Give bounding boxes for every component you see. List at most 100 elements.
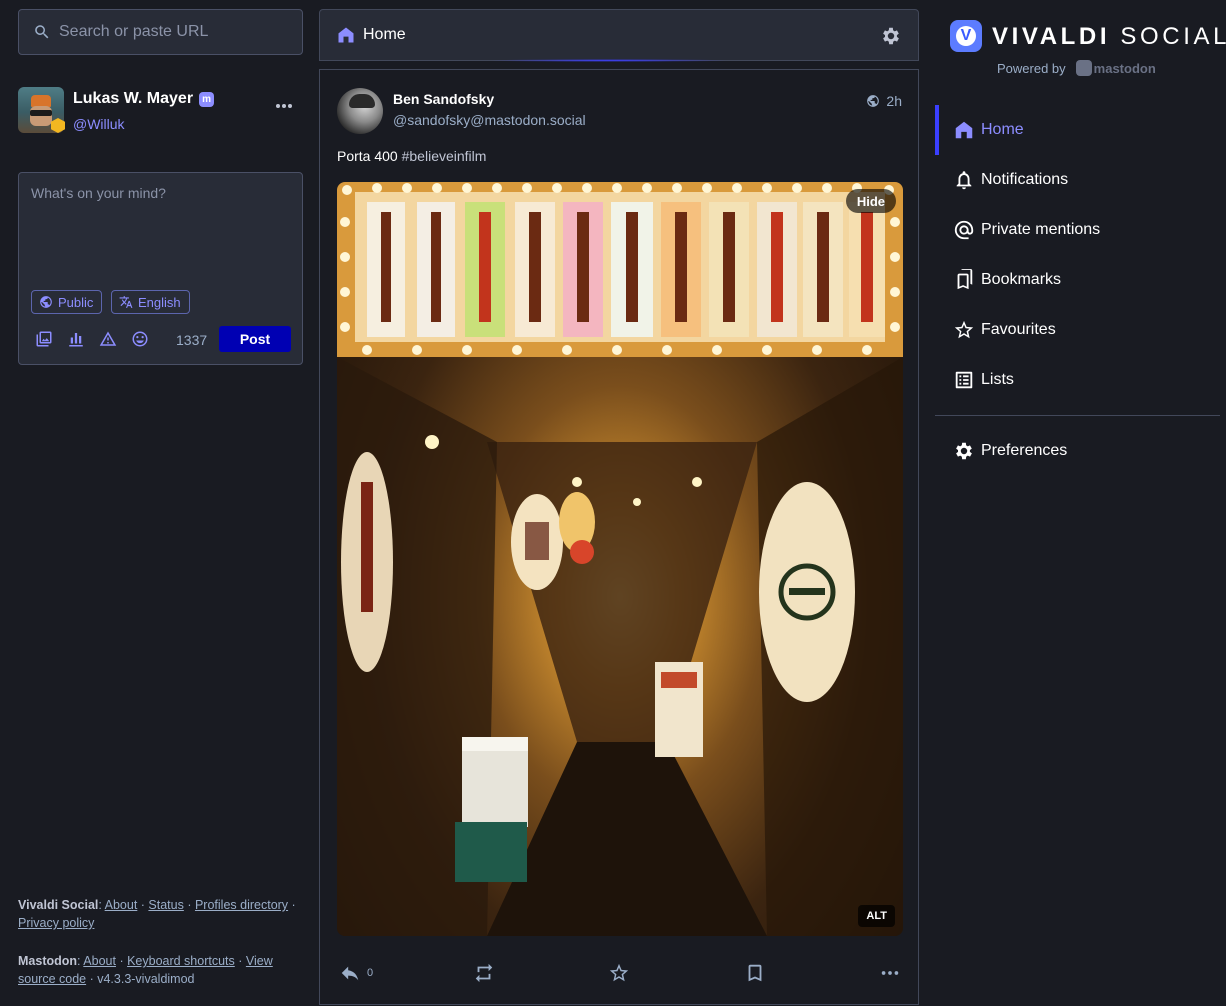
search-icon xyxy=(35,25,49,39)
nav-preferences-label: Preferences xyxy=(981,442,1068,459)
vivaldi-social-logo[interactable]: VIVALDI SOCIAL Powered by mastodon xyxy=(950,20,1226,84)
content-warning-button[interactable] xyxy=(99,330,117,348)
nav-bookmarks[interactable]: Bookmarks xyxy=(935,255,1226,305)
footer-profiles-directory-link[interactable]: Profiles directory xyxy=(195,898,288,912)
nav-private-mentions[interactable]: Private mentions xyxy=(935,205,1226,255)
post-button[interactable]: Post xyxy=(219,326,291,352)
nav-notifications-label: Notifications xyxy=(981,171,1069,188)
column-settings-icon[interactable] xyxy=(880,25,902,47)
nav-private-mentions-label: Private mentions xyxy=(981,221,1101,238)
brand-word-1: VIVALDI xyxy=(992,23,1111,50)
footer-status-link[interactable]: Status xyxy=(148,898,183,912)
visibility-label: Public xyxy=(58,294,94,310)
more-options-icon xyxy=(881,971,899,975)
star-icon xyxy=(609,963,629,982)
brand-wordmark: VIVALDI SOCIAL xyxy=(992,23,1226,51)
visibility-button[interactable]: Public xyxy=(31,290,103,314)
home-column: Home Ben Sandofsky @sandofsky@mastodon.s… xyxy=(319,9,919,1006)
alt-text-badge[interactable]: ALT xyxy=(858,905,895,927)
compose-form: Public English 1337 Post xyxy=(18,172,303,365)
footer-about-link[interactable]: About xyxy=(105,898,138,912)
add-poll-button[interactable] xyxy=(67,330,85,348)
hide-media-button[interactable]: Hide xyxy=(845,189,896,213)
nav-favourites-label: Favourites xyxy=(981,321,1056,338)
alley-photo xyxy=(337,182,903,936)
status-more-button[interactable] xyxy=(879,958,901,988)
profile-handle[interactable]: @Willuk xyxy=(73,116,125,132)
status-avatar[interactable] xyxy=(337,88,383,134)
boost-button[interactable] xyxy=(473,958,495,988)
status-text: Porta 400 xyxy=(337,148,402,164)
nav-divider xyxy=(935,415,1220,416)
language-label: English xyxy=(138,294,181,310)
search-box[interactable] xyxy=(18,9,303,55)
add-media-button[interactable] xyxy=(35,330,53,348)
column-title: Home xyxy=(363,26,406,43)
status-post[interactable]: Ben Sandofsky @sandofsky@mastodon.social… xyxy=(319,70,919,1005)
nav-home-label: Home xyxy=(981,121,1024,138)
profile-name-text: Lukas W. Mayer xyxy=(73,90,194,107)
left-column: Lukas W. Mayer m @Willuk Public English xyxy=(18,9,303,999)
nav-home[interactable]: Home xyxy=(935,105,1226,155)
nav-lists[interactable]: Lists xyxy=(935,355,1226,405)
mastodon-badge-icon: m xyxy=(199,92,215,107)
home-icon xyxy=(338,27,354,43)
list-icon xyxy=(955,371,973,389)
footer-site-name: Vivaldi Social xyxy=(18,898,99,912)
language-button[interactable]: English xyxy=(111,290,190,314)
more-options-icon[interactable] xyxy=(275,101,293,111)
boost-icon xyxy=(475,963,493,983)
header-glow xyxy=(489,59,729,62)
status-action-bar: 0 xyxy=(337,958,903,988)
powered-by: Powered by mastodon xyxy=(997,60,1156,76)
compose-textarea[interactable] xyxy=(31,185,291,275)
gear-icon xyxy=(956,442,972,460)
emoji-icon xyxy=(132,331,148,347)
footer-site-links: Vivaldi Social: About · Status · Profile… xyxy=(18,898,296,930)
footer-privacy-policy-link[interactable]: Privacy policy xyxy=(18,916,94,930)
emoji-button[interactable] xyxy=(131,330,149,348)
status-author-handle[interactable]: @sandofsky@mastodon.social xyxy=(393,112,586,128)
bell-icon xyxy=(956,171,972,190)
warning-icon xyxy=(99,331,117,346)
profile-name[interactable]: Lukas W. Mayer m xyxy=(73,90,215,108)
footer-mastodon-about-link[interactable]: About xyxy=(83,954,116,968)
poll-icon xyxy=(69,333,83,347)
status-content: Porta 400 #believeinfilm xyxy=(337,148,486,164)
footer: Vivaldi Social: About · Status · Profile… xyxy=(18,896,303,988)
reply-icon xyxy=(341,966,359,981)
mastodon-logo-icon xyxy=(1075,60,1092,76)
vivaldi-logo-icon xyxy=(950,20,982,52)
search-input[interactable] xyxy=(59,23,279,41)
at-icon xyxy=(954,220,974,240)
nav-notifications[interactable]: Notifications xyxy=(935,155,1226,205)
globe-icon xyxy=(40,296,52,308)
globe-icon xyxy=(867,95,880,107)
powered-by-text: Powered by xyxy=(997,60,1066,76)
app: Lukas W. Mayer m @Willuk Public English xyxy=(0,0,1226,1006)
status-timestamp: 2h xyxy=(886,93,902,109)
nav-lists-label: Lists xyxy=(981,371,1014,388)
footer-mastodon-name: Mastodon xyxy=(18,954,78,968)
nav-preferences[interactable]: Preferences xyxy=(935,426,1226,476)
hashtag-link[interactable]: #believeinfilm xyxy=(402,148,487,164)
media-attachment[interactable]: Hide ALT xyxy=(337,182,903,936)
bookmark-icon xyxy=(748,964,762,982)
profile-card: Lukas W. Mayer m @Willuk xyxy=(18,87,303,135)
bookmarks-icon xyxy=(957,269,973,290)
nav-favourites[interactable]: Favourites xyxy=(935,305,1226,355)
footer-mastodon-links: Mastodon: About · Keyboard shortcuts · V… xyxy=(18,954,273,986)
favourite-button[interactable] xyxy=(608,958,630,988)
main-navigation: Home Notifications Private mentions Book… xyxy=(935,105,1226,476)
image-icon xyxy=(36,331,52,347)
footer-keyboard-shortcuts-link[interactable]: Keyboard shortcuts xyxy=(127,954,235,968)
mastodon-wordmark: mastodon xyxy=(1093,60,1156,76)
status-meta[interactable]: 2h xyxy=(866,93,902,109)
bookmark-button[interactable] xyxy=(744,958,766,988)
star-icon xyxy=(954,320,974,339)
reply-button[interactable]: 0 xyxy=(339,958,373,988)
status-author-name[interactable]: Ben Sandofsky xyxy=(393,91,494,107)
character-counter: 1337 xyxy=(176,332,208,348)
brand-word-2: SOCIAL xyxy=(1120,23,1226,50)
column-header[interactable]: Home xyxy=(319,9,919,61)
